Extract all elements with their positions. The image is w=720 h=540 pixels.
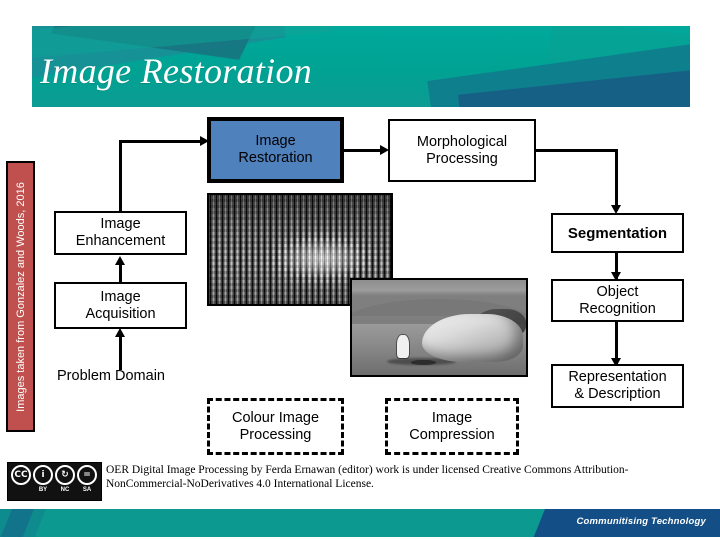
box-morphological-processing[interactable]: Morphological Processing — [388, 119, 536, 182]
box-image-compression-line1: Image — [431, 409, 473, 426]
box-representation-description[interactable]: Representation & Description — [551, 364, 684, 408]
cc-sa-icon: = SA — [76, 465, 98, 495]
moon-boulder — [421, 314, 523, 362]
slide-footer: Communitising Technology — [0, 505, 720, 540]
slide-canvas: Image Restoration Images taken from Gonz… — [0, 0, 720, 540]
banner-decor-shape-f — [548, 26, 690, 79]
box-image-compression[interactable]: Image Compression — [385, 398, 519, 455]
box-image-enhancement-label: Image Enhancement — [76, 216, 165, 250]
box-representation-line1: Representation — [568, 369, 667, 385]
lunar-surface-image — [350, 278, 528, 377]
cc-sub-nc: NC — [60, 487, 70, 493]
box-segmentation-line1: Segmentation — [567, 224, 668, 242]
box-image-enhancement-line1: Image — [100, 216, 141, 232]
cc-circle-by: i — [33, 465, 53, 485]
connector-acquisition-to-enhancement — [119, 262, 122, 284]
box-representation-label: Representation & Description — [568, 369, 666, 403]
box-object-recognition-line2: Recognition — [579, 300, 656, 317]
connector-morphological-down — [615, 149, 618, 211]
box-colour-image-line1: Colour Image — [231, 409, 320, 426]
arrowhead-into-acquisition — [115, 328, 125, 337]
box-colour-image-line2: Processing — [239, 426, 312, 443]
attribution-sidebar: Images taken from Gonzalez and Woods, 20… — [6, 161, 35, 432]
cc-logo-icon: CC — [10, 465, 32, 495]
slide-title: Image Restoration — [40, 51, 313, 91]
cc-sub-sa: SA — [82, 487, 92, 493]
box-colour-image-processing[interactable]: Colour Image Processing — [207, 398, 344, 455]
cc-circle-sa: = — [77, 465, 97, 485]
box-image-restoration[interactable]: Image Restoration — [207, 117, 344, 183]
connector-problem-domain-to-acquisition — [119, 334, 122, 370]
box-image-compression-line2: Compression — [409, 426, 495, 443]
box-image-acquisition-label: Image Acquisition — [85, 289, 155, 323]
box-morphological-label: Morphological Processing — [417, 134, 507, 168]
box-morphological-line1: Morphological — [416, 133, 508, 150]
cc-nc-icon: ↻ NC — [54, 465, 76, 495]
cc-sub-by: BY — [38, 487, 48, 493]
box-colour-image-label: Colour Image Processing — [232, 410, 319, 444]
box-image-enhancement[interactable]: Image Enhancement — [54, 211, 187, 255]
banner-decor-shape-d — [427, 39, 690, 107]
banner-decor-shape-e — [458, 67, 690, 107]
connector-enhancement-up — [119, 140, 122, 212]
cc-circle-cc: CC — [11, 465, 31, 485]
license-text: OER Digital Image Processing by Ferda Er… — [106, 464, 629, 490]
box-image-restoration-line1: Image — [255, 133, 296, 149]
connector-enhancement-right — [119, 140, 205, 143]
box-segmentation-label: Segmentation — [568, 225, 667, 242]
box-object-recognition-line1: Object — [596, 283, 639, 300]
attribution-text: Images taken from Gonzalez and Woods, 20… — [14, 181, 27, 412]
box-image-acquisition[interactable]: Image Acquisition — [54, 282, 187, 329]
box-representation-line2: & Description — [574, 386, 661, 402]
box-image-acquisition-line1: Image — [100, 288, 141, 305]
cc-circle-nc: ↻ — [55, 465, 75, 485]
box-object-recognition[interactable]: Object Recognition — [551, 279, 684, 322]
box-morphological-line2: Processing — [426, 150, 498, 167]
box-image-acquisition-line2: Acquisition — [85, 305, 156, 322]
footer-tagline: Communitising Technology — [576, 516, 706, 527]
box-image-enhancement-line2: Enhancement — [75, 233, 166, 249]
box-object-recognition-label: Object Recognition — [579, 284, 656, 318]
label-problem-domain: Problem Domain — [57, 368, 165, 384]
header-banner: Image Restoration — [32, 26, 690, 107]
box-segmentation[interactable]: Segmentation — [551, 213, 684, 253]
connector-morphological-right — [536, 149, 618, 152]
connector-restoration-to-morphological — [344, 149, 384, 152]
arrowhead-into-enhancement — [115, 256, 125, 265]
cc-by-icon: i BY — [32, 465, 54, 495]
footer-teal-band — [0, 509, 565, 537]
moon-astronaut — [397, 335, 410, 358]
creative-commons-badge[interactable]: CC i BY ↻ NC = SA — [7, 462, 102, 501]
box-image-restoration-line2: Restoration — [238, 150, 313, 166]
box-image-restoration-label: Image Restoration — [238, 133, 312, 167]
box-image-compression-label: Image Compression — [409, 410, 494, 444]
